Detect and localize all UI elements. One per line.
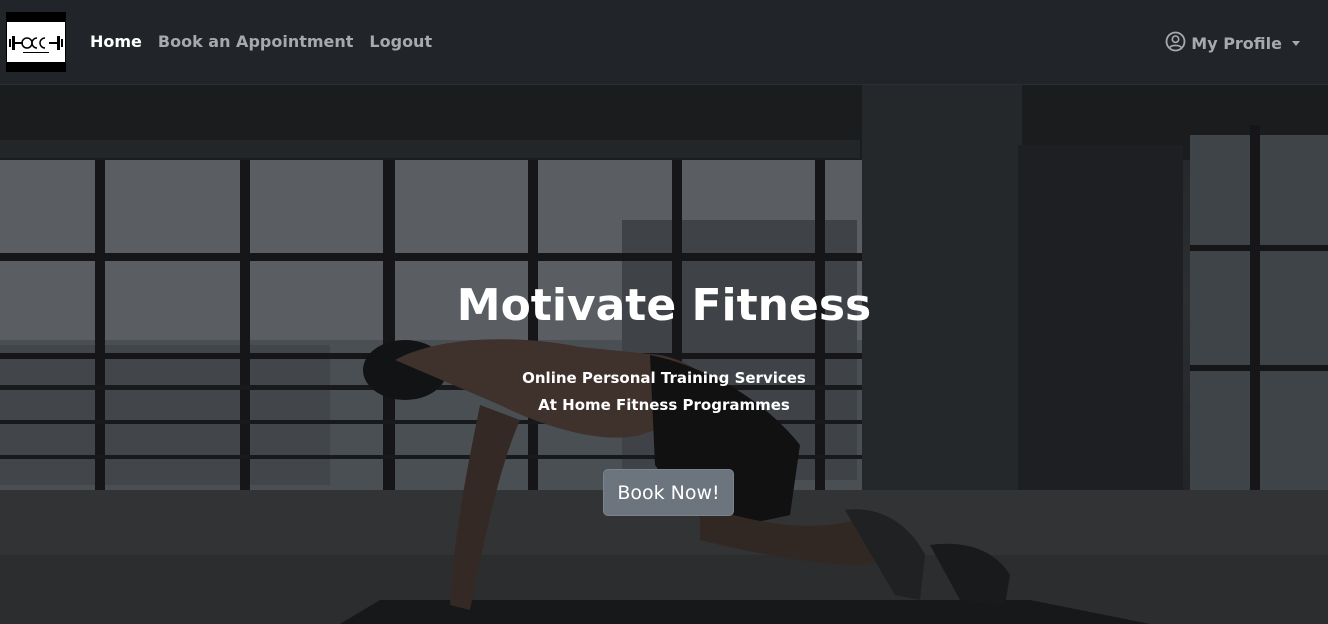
hero-title: Motivate Fitness — [456, 280, 872, 331]
nav-links: Home Book an Appointment Logout — [90, 32, 432, 51]
chevron-down-icon — [1292, 41, 1300, 46]
hero-section: Motivate Fitness Online Personal Trainin… — [0, 85, 1328, 624]
logo-image — [7, 22, 65, 62]
top-navbar: Home Book an Appointment Logout My Profi… — [0, 0, 1328, 85]
hero-subtitle-line1: Online Personal Training Services — [522, 369, 806, 387]
nav-logout-link[interactable]: Logout — [369, 32, 432, 51]
book-now-button[interactable]: Book Now! — [603, 469, 734, 516]
brand-logo[interactable] — [6, 12, 66, 72]
nav-book-appointment-link[interactable]: Book an Appointment — [158, 32, 354, 51]
hero-subtitle-line2: At Home Fitness Programmes — [538, 396, 790, 414]
profile-dropdown[interactable]: My Profile — [1165, 31, 1300, 56]
nav-home-link[interactable]: Home — [90, 32, 142, 51]
hero-overlay — [0, 85, 1328, 624]
profile-label: My Profile — [1191, 34, 1282, 53]
user-circle-icon — [1165, 31, 1186, 56]
